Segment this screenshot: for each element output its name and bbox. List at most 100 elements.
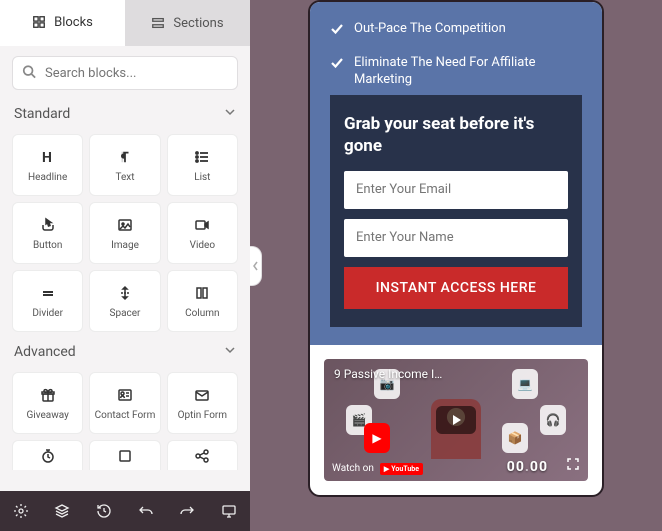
- bullet-text: Out-Pace The Competition: [354, 20, 506, 38]
- block-label: Text: [115, 172, 134, 183]
- svg-text:¶: ¶: [121, 150, 127, 164]
- block-list[interactable]: List: [167, 134, 238, 196]
- video-thumbnail[interactable]: 📷 💻 🎬 🎧 ▶ 📦 9 Passive Income I… Watch on…: [324, 359, 588, 481]
- canvas: Out-Pace The Competition Eliminate The N…: [250, 0, 662, 531]
- group-advanced-header[interactable]: Advanced: [0, 338, 250, 366]
- block-divider[interactable]: Divider: [12, 270, 83, 332]
- youtube-badge: ▶ YouTube: [380, 463, 423, 475]
- standard-grid: HHeadline ¶Text List Button Image Video …: [0, 128, 250, 338]
- search-icon: [22, 64, 36, 83]
- video-icon: [194, 216, 210, 234]
- block-text[interactable]: ¶ Text: [89, 134, 160, 196]
- bottom-toolbar: [0, 491, 250, 531]
- layers-button[interactable]: [53, 502, 71, 520]
- float-icon: 🎧: [540, 405, 566, 435]
- tab-sections[interactable]: Sections: [125, 0, 250, 46]
- block-image[interactable]: Image: [89, 202, 160, 264]
- video-section[interactable]: 📷 💻 🎬 🎧 ▶ 📦 9 Passive Income I… Watch on…: [310, 345, 602, 495]
- hero-section[interactable]: Out-Pace The Competition Eliminate The N…: [310, 2, 602, 345]
- preview-button[interactable]: [220, 502, 238, 520]
- watch-on-text: Watch on: [332, 463, 374, 474]
- block-partial[interactable]: [167, 440, 238, 470]
- form-title: Grab your seat before it's gone: [344, 113, 568, 157]
- history-button[interactable]: [95, 502, 113, 520]
- block-column[interactable]: Column: [167, 270, 238, 332]
- block-headline[interactable]: H Headline: [12, 134, 83, 196]
- button-icon: [40, 216, 56, 234]
- fullscreen-icon[interactable]: [566, 456, 580, 475]
- sections-icon: [151, 16, 165, 30]
- tab-label: Blocks: [54, 15, 93, 30]
- block-label: Optin Form: [178, 410, 228, 421]
- group-standard-header[interactable]: Standard: [0, 100, 250, 128]
- email-field[interactable]: [344, 171, 568, 209]
- block-label: Button: [33, 240, 62, 251]
- block-contact-form[interactable]: Contact Form: [89, 372, 160, 434]
- countdown-icon: [40, 447, 56, 465]
- block-label: Video: [190, 240, 215, 251]
- share-icon: [194, 447, 210, 465]
- block-label: Image: [111, 240, 139, 251]
- bullet-list: Out-Pace The Competition Eliminate The N…: [330, 20, 582, 89]
- tabs: Blocks Sections: [0, 0, 250, 46]
- tab-blocks[interactable]: Blocks: [0, 0, 125, 46]
- mobile-preview: Out-Pace The Competition Eliminate The N…: [308, 0, 604, 497]
- chevron-down-icon: [224, 344, 236, 360]
- blocks-icon: [32, 15, 46, 29]
- block-optin-form[interactable]: Optin Form: [167, 372, 238, 434]
- block-partial[interactable]: [89, 440, 160, 470]
- contact-form-icon: [117, 386, 133, 404]
- search-container: [0, 46, 250, 100]
- block-label: List: [194, 172, 210, 183]
- watch-on-label[interactable]: Watch on ▶ YouTube: [332, 463, 423, 475]
- block-label: Contact Form: [95, 410, 156, 421]
- video-title: 9 Passive Income I…: [334, 367, 442, 381]
- check-icon: [330, 22, 344, 42]
- advanced-grid: Giveaway Contact Form Optin Form: [0, 366, 250, 440]
- image-icon: [117, 216, 133, 234]
- optin-form-card[interactable]: Grab your seat before it's gone INSTANT …: [330, 95, 582, 327]
- block-label: Giveaway: [26, 410, 68, 421]
- bullet-item[interactable]: Eliminate The Need For Affiliate Marketi…: [330, 54, 582, 89]
- advanced-grid-row2: [0, 440, 250, 476]
- play-button[interactable]: [436, 406, 476, 434]
- search-input[interactable]: [12, 56, 238, 90]
- list-icon: [194, 148, 210, 166]
- divider-icon: [40, 284, 56, 302]
- sidebar: Blocks Sections Standard H Headline ¶ Text…: [0, 0, 250, 531]
- block-giveaway[interactable]: Giveaway: [12, 372, 83, 434]
- block-label: Column: [185, 308, 219, 319]
- column-icon: [194, 284, 210, 302]
- text-icon: ¶: [118, 148, 132, 166]
- giveaway-icon: [40, 386, 56, 404]
- redo-button[interactable]: [178, 502, 196, 520]
- group-title: Advanced: [14, 344, 76, 360]
- bullet-item[interactable]: Out-Pace The Competition: [330, 20, 582, 42]
- block-button[interactable]: Button: [12, 202, 83, 264]
- block-label: Spacer: [110, 308, 141, 319]
- cta-button[interactable]: INSTANT ACCESS HERE: [344, 267, 568, 309]
- video-time: 00.00: [507, 459, 548, 475]
- tab-label: Sections: [173, 16, 223, 31]
- optin-form-icon: [194, 386, 210, 404]
- block-label: Headline: [28, 172, 67, 183]
- block-spacer[interactable]: Spacer: [89, 270, 160, 332]
- float-icon: 💻: [512, 369, 538, 399]
- undo-button[interactable]: [137, 502, 155, 520]
- bullet-text: Eliminate The Need For Affiliate Marketi…: [354, 54, 582, 89]
- chevron-down-icon: [224, 106, 236, 122]
- name-field[interactable]: [344, 219, 568, 257]
- unknown-icon: [117, 447, 133, 465]
- group-title: Standard: [14, 106, 70, 122]
- headline-icon: H: [40, 148, 56, 166]
- collapse-handle[interactable]: [250, 246, 262, 286]
- block-list: Standard H Headline ¶ Text List Button Ima…: [0, 100, 250, 491]
- float-icon: 📦: [502, 423, 528, 453]
- block-video[interactable]: Video: [167, 202, 238, 264]
- spacer-icon: [117, 284, 133, 302]
- float-icon: ▶: [364, 423, 390, 453]
- block-partial[interactable]: [12, 440, 83, 470]
- svg-text:H: H: [42, 150, 52, 165]
- settings-button[interactable]: [12, 502, 30, 520]
- check-icon: [330, 56, 344, 76]
